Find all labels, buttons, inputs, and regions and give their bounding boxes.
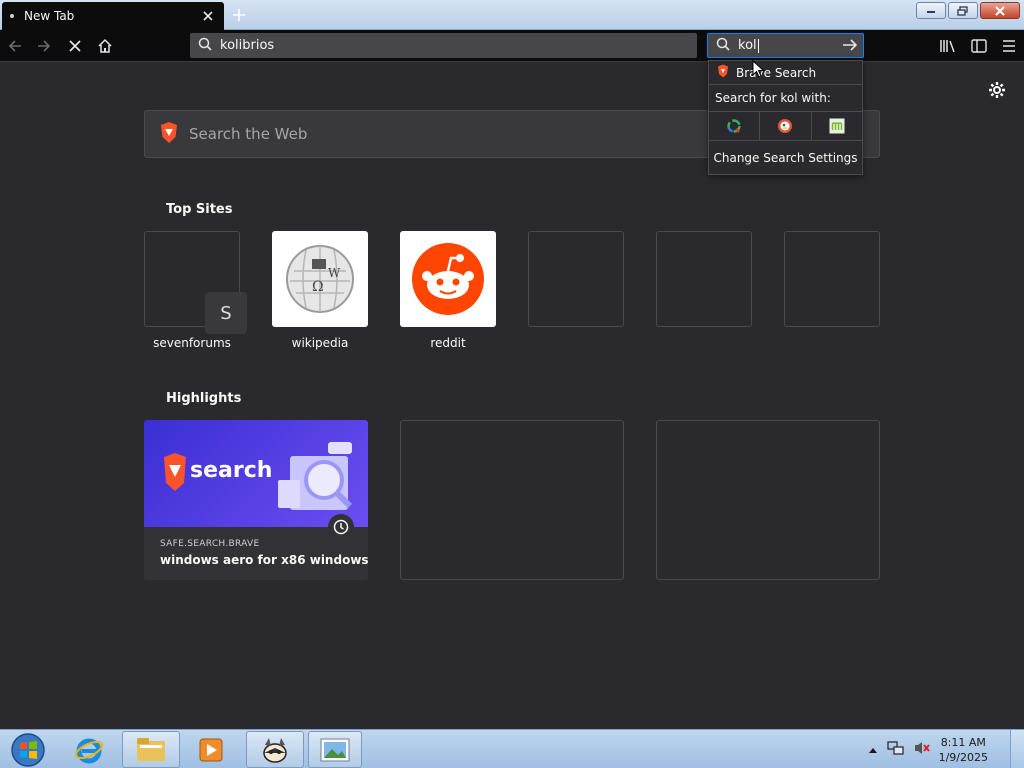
tab-close-icon[interactable]	[200, 8, 216, 24]
window-close-button[interactable]	[980, 2, 1020, 19]
top-site-label[interactable]: reddit	[388, 336, 508, 350]
show-desktop-button[interactable]	[1010, 730, 1024, 768]
file-explorer-icon[interactable]	[122, 731, 180, 768]
highlight-title: windows aero for x86 windows ...	[160, 553, 368, 567]
menu-button[interactable]	[997, 34, 1021, 58]
svg-text:W: W	[328, 266, 341, 280]
highlights-heading: Highlights	[166, 391, 242, 406]
top-site-label[interactable]: sevenforums	[132, 336, 252, 350]
firefox-taskbar-button[interactable]	[246, 731, 304, 768]
navigation-toolbar: kolibrios kol	[0, 30, 1024, 62]
address-bar-text: kolibrios	[220, 38, 275, 53]
home-button[interactable]	[93, 34, 117, 58]
popup-engine-list	[709, 111, 862, 141]
speaker-muted-icon[interactable]	[913, 740, 931, 760]
chevron-up-icon[interactable]	[868, 742, 877, 757]
reddit-icon	[412, 243, 484, 315]
highlight-thumbnail: search	[144, 420, 368, 540]
title-bar: New Tab	[0, 0, 1024, 30]
search-bar-text: kol	[738, 38, 757, 53]
highlight-card-empty	[400, 420, 624, 580]
highlight-card[interactable]: search SAFE.SEARCH.BRAVE windows aero fo…	[144, 420, 368, 580]
mouse-cursor-icon	[752, 60, 765, 78]
start-button[interactable]	[4, 731, 52, 768]
text-caret	[757, 38, 759, 53]
duckduckgo-icon[interactable]	[759, 112, 810, 140]
search-suggestions-popup: Brave Search Search for kol with: Change…	[708, 60, 863, 175]
mojeek-icon[interactable]	[810, 112, 862, 140]
address-bar[interactable]: kolibrios	[190, 33, 697, 58]
clock-icon	[328, 514, 354, 540]
top-site-tile-empty[interactable]	[784, 231, 880, 327]
top-site-label[interactable]: wikipedia	[260, 336, 380, 350]
web-search-placeholder: Search the Web	[189, 125, 308, 143]
new-tab-button[interactable]	[228, 4, 250, 26]
clock-time: 8:11 AM	[940, 735, 986, 749]
search-icon	[716, 37, 730, 55]
arrow-right-icon[interactable]	[841, 37, 859, 57]
search-bar[interactable]: kol	[707, 33, 864, 58]
tab-title: New Tab	[24, 9, 75, 23]
minimize-button[interactable]	[916, 2, 946, 19]
new-tab-page: Search the Web Top Sites S Ω W sevenforu…	[0, 63, 1024, 729]
top-site-tile-reddit[interactable]	[400, 231, 496, 327]
taskbar: 8:11 AM 1/9/2025	[0, 729, 1024, 768]
popup-engine-row[interactable]: Brave Search	[709, 61, 862, 85]
top-site-tile-empty[interactable]	[656, 231, 752, 327]
tab-loading-indicator	[10, 14, 14, 18]
tab-new-tab[interactable]: New Tab	[2, 2, 224, 30]
search-icon	[198, 37, 212, 55]
wikipedia-icon: Ω W	[286, 245, 354, 313]
gear-icon[interactable]	[988, 81, 1006, 103]
top-site-tile-wikipedia[interactable]: Ω W	[272, 231, 368, 327]
change-search-settings-button[interactable]: Change Search Settings	[709, 141, 862, 174]
media-player-icon[interactable]	[188, 731, 234, 768]
highlight-image-text: search	[190, 458, 273, 483]
clock-date: 1/9/2025	[938, 750, 988, 764]
image-viewer-icon[interactable]	[308, 731, 362, 768]
network-icon[interactable]	[886, 740, 905, 760]
highlight-card-empty	[656, 420, 880, 580]
top-site-tile-sevenforums[interactable]: S	[144, 231, 247, 334]
restore-button[interactable]	[948, 2, 978, 19]
library-button[interactable]	[936, 34, 960, 58]
popup-engine-name: Brave Search	[736, 65, 817, 80]
sidebar-button[interactable]	[967, 34, 991, 58]
top-sites-heading: Top Sites	[166, 202, 233, 217]
clock[interactable]: 8:11 AM 1/9/2025	[939, 735, 988, 765]
svg-text:Ω: Ω	[312, 279, 324, 295]
internet-explorer-icon[interactable]	[64, 731, 114, 768]
highlight-site: SAFE.SEARCH.BRAVE	[160, 539, 260, 549]
popup-search-for-label: Search for kol with:	[715, 91, 831, 105]
stop-button[interactable]	[63, 34, 87, 58]
brave-icon	[717, 64, 729, 82]
forward-button[interactable]	[32, 34, 56, 58]
brave-icon	[159, 121, 179, 148]
system-tray: 8:11 AM 1/9/2025	[868, 730, 1024, 768]
qwant-icon[interactable]	[709, 112, 759, 140]
back-button[interactable]	[3, 34, 27, 58]
top-site-tile-empty[interactable]	[528, 231, 624, 327]
site-letter-badge: S	[205, 292, 247, 334]
